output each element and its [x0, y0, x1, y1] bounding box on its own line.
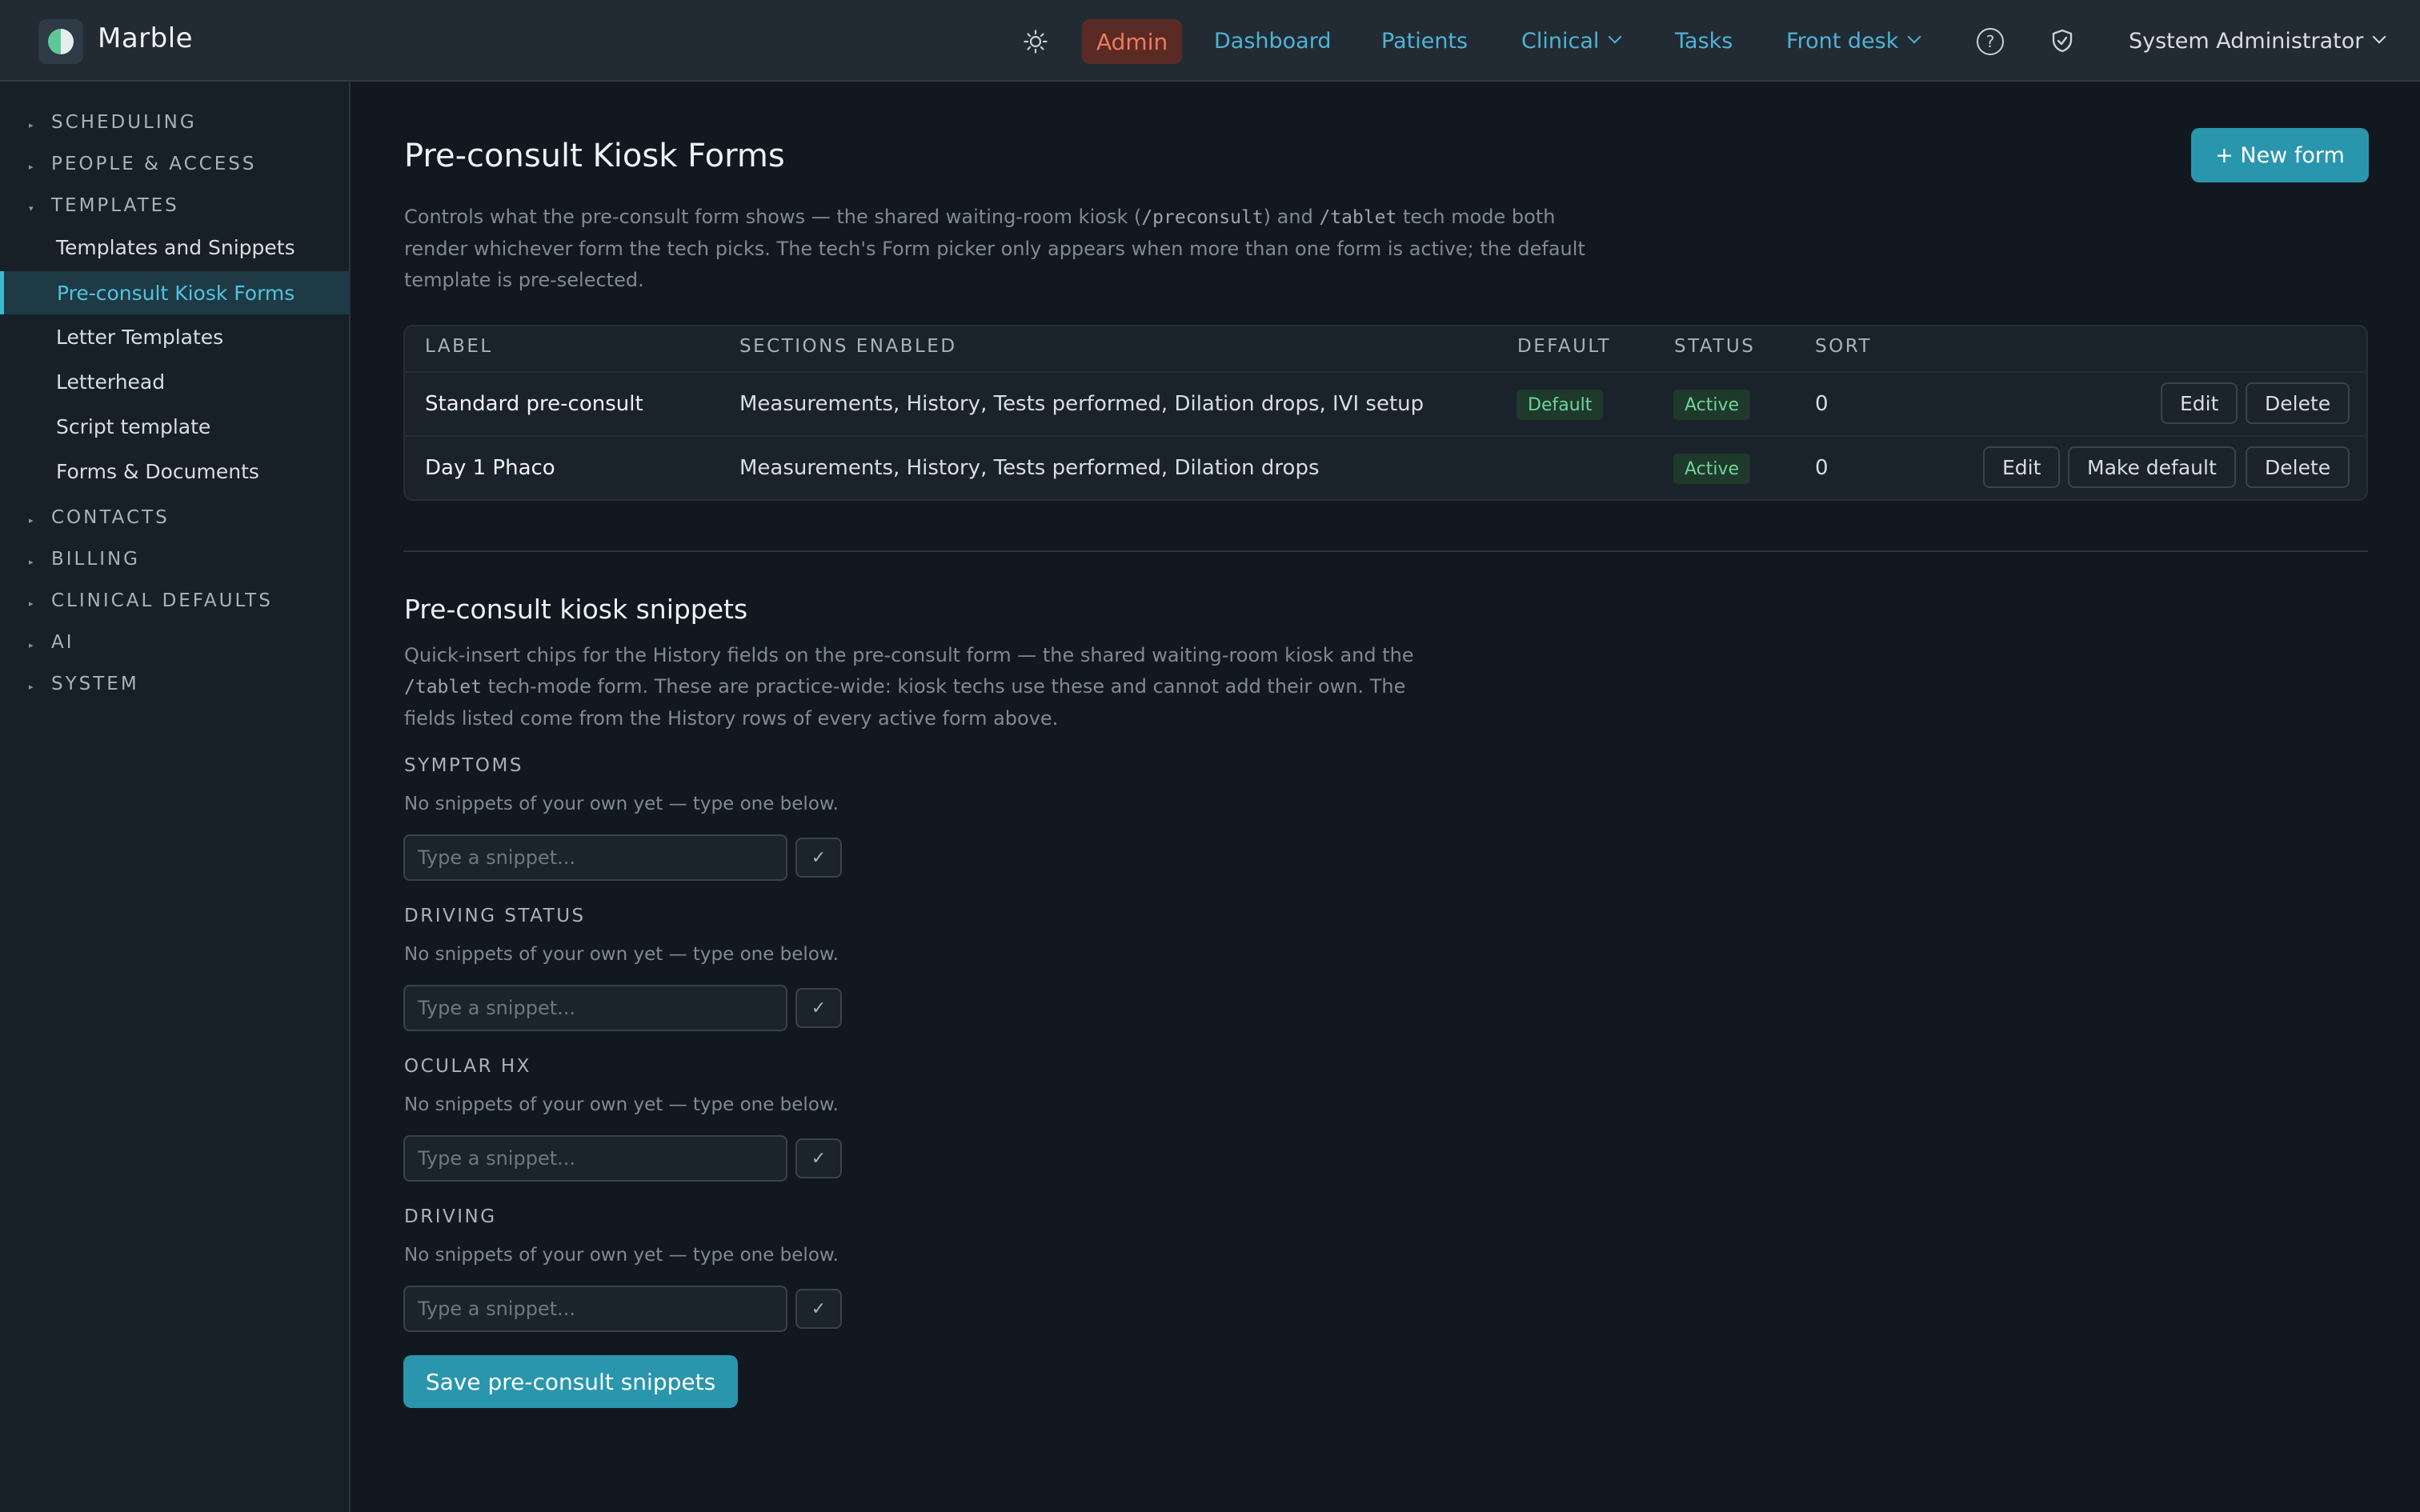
sidebar-section-ai[interactable]: ▸ AI: [29, 632, 74, 653]
triangle-right-icon: ▸: [29, 598, 34, 609]
snippet-input-ocular-hx[interactable]: [403, 1135, 787, 1182]
column-header-default: DEFAULT: [1517, 336, 1612, 357]
column-header-label: LABEL: [425, 336, 493, 357]
sidebar-item-script-template[interactable]: Script template: [56, 415, 210, 438]
top-bar: Marble Admin Dashboard Patients Clinical…: [0, 0, 2420, 82]
sidebar-item-letterhead[interactable]: Letterhead: [56, 370, 165, 394]
empty-snippets-note: No snippets of your own yet — type one b…: [404, 1094, 839, 1115]
snippets-description: Quick-insert chips for the History field…: [404, 644, 1414, 730]
sidebar-section-people[interactable]: ▸ PEOPLE & ACCESS: [29, 154, 256, 174]
empty-snippets-note: No snippets of your own yet — type one b…: [404, 1245, 839, 1266]
row-sections: Measurements, History, Tests performed, …: [739, 392, 1424, 416]
sidebar-item-letter-templates[interactable]: Letter Templates: [56, 326, 223, 349]
nav-front-desk-label: Front desk: [1786, 28, 1899, 54]
snippet-input-driving-status[interactable]: [403, 985, 787, 1031]
sidebar-item-forms-documents[interactable]: Forms & Documents: [56, 460, 259, 483]
delete-button[interactable]: Delete: [2246, 382, 2350, 424]
add-snippet-button[interactable]: ✓: [795, 1289, 842, 1329]
sidebar-item-templates-snippets[interactable]: Templates and Snippets: [56, 236, 295, 259]
row-divider: [403, 371, 2368, 373]
snippet-input-driving[interactable]: [403, 1286, 787, 1332]
column-header-sort: SORT: [1815, 336, 1873, 357]
user-menu[interactable]: System Administrator: [2129, 0, 2386, 82]
sidebar-section-system[interactable]: ▸ SYSTEM: [29, 674, 139, 694]
triangle-right-icon: ▸: [29, 162, 34, 172]
nav-front-desk[interactable]: Front desk: [1786, 0, 1921, 82]
sun-icon[interactable]: [1024, 30, 1048, 54]
add-snippet-button[interactable]: ✓: [795, 838, 842, 878]
row-sections: Measurements, History, Tests performed, …: [739, 456, 1320, 480]
main-content: Pre-consult Kiosk Forms + New form Contr…: [351, 82, 2420, 1512]
column-header-sections: SECTIONS ENABLED: [739, 336, 957, 357]
nav-tasks[interactable]: Tasks: [1675, 29, 1733, 54]
shield-icon[interactable]: [2052, 29, 2073, 53]
triangle-right-icon: ▸: [29, 640, 34, 650]
row-sort: 0: [1815, 392, 1829, 416]
help-icon[interactable]: ?: [1977, 28, 2004, 55]
save-snippets-button[interactable]: Save pre-consult snippets: [403, 1355, 738, 1408]
app-name[interactable]: Marble: [98, 22, 193, 54]
status-badge: Active: [1673, 454, 1751, 484]
sidebar: ▸ SCHEDULING ▸ PEOPLE & ACCESS ▾ TEMPLATES …: [0, 82, 351, 1512]
user-name: System Administrator: [2129, 28, 2364, 54]
column-header-status: STATUS: [1674, 336, 1756, 357]
edit-button[interactable]: Edit: [2161, 382, 2238, 424]
chevron-down-icon: [1608, 30, 1622, 44]
add-snippet-button[interactable]: ✓: [795, 988, 842, 1028]
sidebar-section-scheduling[interactable]: ▸ SCHEDULING: [29, 112, 197, 133]
triangle-right-icon: ▸: [29, 120, 34, 130]
row-sort: 0: [1815, 456, 1829, 480]
new-form-button[interactable]: + New form: [2191, 128, 2369, 182]
nav-admin[interactable]: Admin: [1082, 19, 1183, 64]
empty-snippets-note: No snippets of your own yet — type one b…: [404, 944, 839, 965]
status-badge: Active: [1673, 390, 1751, 420]
triangle-right-icon: ▸: [29, 682, 34, 692]
page-title: Pre-consult Kiosk Forms: [404, 138, 785, 174]
field-label-ocular-hx: OCULAR HX: [404, 1056, 531, 1077]
field-label-driving-status: DRIVING STATUS: [404, 906, 586, 926]
triangle-down-icon: ▾: [29, 203, 34, 214]
field-label-symptoms: SYMPTOMS: [404, 755, 523, 776]
row-divider: [403, 435, 2368, 437]
edit-button[interactable]: Edit: [1983, 446, 2061, 488]
row-label: Day 1 Phaco: [425, 456, 555, 480]
nav-clinical[interactable]: Clinical: [1521, 0, 1622, 82]
row-label: Standard pre-consult: [425, 392, 643, 416]
marble-logo-icon[interactable]: [38, 19, 83, 64]
chevron-down-icon: [1907, 30, 1921, 44]
make-default-button[interactable]: Make default: [2068, 446, 2236, 488]
snippets-title: Pre-consult kiosk snippets: [404, 594, 748, 625]
sidebar-section-billing[interactable]: ▸ BILLING: [29, 549, 140, 570]
snippet-input-symptoms[interactable]: [403, 834, 787, 881]
chevron-down-icon: [2372, 30, 2386, 44]
nav-dashboard[interactable]: Dashboard: [1214, 29, 1331, 54]
nav-clinical-label: Clinical: [1521, 28, 1600, 54]
add-snippet-button[interactable]: ✓: [795, 1138, 842, 1178]
section-divider: [403, 550, 2368, 552]
default-badge: Default: [1517, 390, 1604, 420]
empty-snippets-note: No snippets of your own yet — type one b…: [404, 794, 839, 814]
nav-patients[interactable]: Patients: [1381, 29, 1468, 54]
sidebar-section-templates[interactable]: ▾ TEMPLATES: [29, 195, 179, 216]
delete-button[interactable]: Delete: [2246, 446, 2350, 488]
sidebar-section-contacts[interactable]: ▸ CONTACTS: [29, 507, 170, 528]
triangle-right-icon: ▸: [29, 515, 34, 526]
sidebar-section-clinical-defaults[interactable]: ▸ CLINICAL DEFAULTS: [29, 590, 273, 611]
page-description: Controls what the pre-consult form shows…: [404, 206, 1585, 291]
field-label-driving: DRIVING: [404, 1206, 497, 1227]
triangle-right-icon: ▸: [29, 557, 34, 567]
sidebar-item-kiosk-forms[interactable]: Pre-consult Kiosk Forms: [0, 271, 349, 314]
